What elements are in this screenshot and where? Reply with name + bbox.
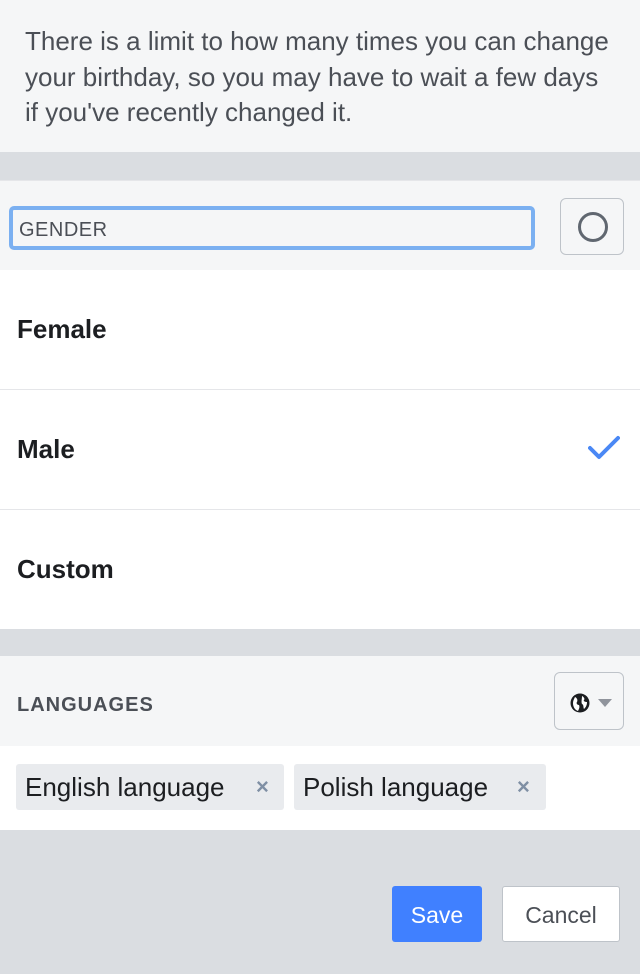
cancel-button[interactable]: Cancel (502, 886, 620, 942)
circle-icon (578, 212, 608, 242)
remove-icon[interactable]: × (517, 764, 530, 810)
gender-option-male[interactable]: Male (0, 390, 640, 510)
gender-option-label: Custom (17, 554, 114, 584)
gender-privacy-button[interactable] (560, 198, 624, 255)
section-divider (0, 629, 640, 656)
globe-icon (570, 693, 590, 713)
birthday-limit-note: There is a limit to how many times you c… (0, 0, 640, 152)
chevron-down-icon (598, 699, 612, 707)
gender-option-female[interactable]: Female (0, 270, 640, 390)
gender-option-label: Male (17, 434, 75, 464)
languages-header-label: LANGUAGES (17, 694, 154, 716)
gender-option-custom[interactable]: Custom (0, 510, 640, 629)
save-button[interactable]: Save (392, 886, 482, 942)
checkmark-icon (588, 436, 620, 459)
gender-section-header: GENDER (0, 180, 640, 270)
gender-header-label: GENDER (19, 219, 108, 241)
form-footer: Save Cancel (0, 830, 640, 974)
languages-section-header: LANGUAGES (0, 656, 640, 746)
section-divider (0, 152, 640, 180)
gender-option-label: Female (17, 314, 107, 344)
languages-list: English language × Polish language × (0, 746, 640, 830)
language-tag-label: English language (25, 772, 225, 802)
gender-header-focus[interactable]: GENDER (9, 206, 535, 250)
language-tag-polish: Polish language × (294, 764, 546, 810)
language-tag-label: Polish language (303, 772, 489, 802)
remove-icon[interactable]: × (256, 764, 269, 810)
language-tag-english: English language × (16, 764, 284, 810)
languages-privacy-button[interactable] (554, 672, 624, 730)
